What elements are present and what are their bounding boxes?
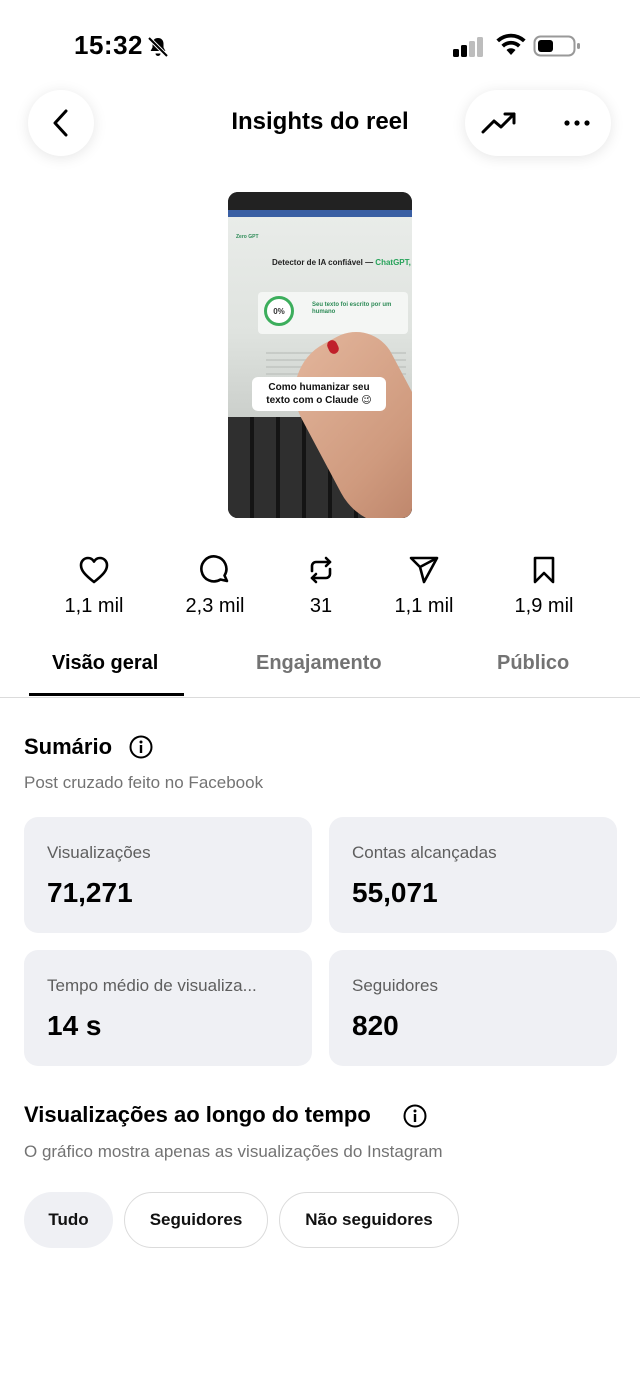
tab-engagement[interactable]: Engajamento (256, 652, 382, 675)
stat-comments: 2,3 mil (160, 553, 270, 618)
metric-label: Tempo médio de visualiza... (47, 976, 257, 995)
tab-audience[interactable]: Público (497, 652, 569, 675)
battery-icon (533, 35, 580, 57)
share-icon (409, 556, 439, 584)
metric-label: Contas alcançadas (352, 843, 497, 862)
bookmark-icon (533, 556, 555, 584)
status-bar: 15:32 (0, 0, 640, 90)
info-icon[interactable] (403, 1104, 427, 1128)
trend-button[interactable] (479, 104, 519, 142)
comment-icon (200, 555, 229, 583)
thumbnail-result: Seu texto foi escrito por um humano (312, 302, 392, 315)
stat-reposts: 31 (266, 553, 376, 618)
thumbnail-caption: Como humanizar seu texto com o Claude 😉 (252, 377, 386, 411)
metric-card-followers[interactable]: Seguidores 820 (329, 950, 617, 1066)
metric-card-views[interactable]: Visualizações 71,271 (24, 817, 312, 933)
thumbnail-logo: Zero GPT (236, 234, 259, 240)
summary-title: Sumário (24, 734, 113, 759)
stat-value: 1,1 mil (64, 595, 124, 617)
repost-icon (310, 556, 332, 584)
cellular-signal-icon (453, 37, 483, 57)
stat-value: 31 (309, 595, 333, 617)
more-options-button[interactable] (557, 104, 597, 142)
stat-value: 1,9 mil (514, 595, 574, 617)
thumbnail-score: 0% (264, 296, 294, 326)
stat-value: 1,1 mil (394, 595, 454, 617)
header-actions (465, 90, 611, 156)
reel-thumbnail[interactable]: Zero GPT Detector de IA confiável — Chat… (228, 192, 412, 518)
filter-chip-non-followers[interactable]: Não seguidores (279, 1192, 459, 1248)
bell-slash-icon (147, 36, 169, 58)
views-over-time-title: Visualizações ao longo do tempo (24, 1102, 371, 1127)
tab-overview[interactable]: Visão geral (52, 652, 158, 675)
metric-value: 71,271 (47, 877, 133, 908)
metric-label: Seguidores (352, 976, 439, 995)
thumbnail-heading: Detector de IA confiável — ChatGPT, (272, 258, 411, 267)
summary-subtitle: Post cruzado feito no Facebook (24, 773, 264, 792)
trending-up-icon (481, 112, 516, 134)
stat-shares: 1,1 mil (369, 553, 479, 618)
metric-card-avg-watch-time[interactable]: Tempo médio de visualiza... 14 s (24, 950, 312, 1066)
metric-label: Visualizações (47, 843, 151, 862)
info-icon[interactable] (129, 735, 153, 759)
filter-chip-followers[interactable]: Seguidores (124, 1192, 268, 1248)
filter-chip-all[interactable]: Tudo (24, 1192, 113, 1248)
stat-likes: 1,1 mil (39, 553, 149, 618)
stat-value: 2,3 mil (185, 595, 245, 617)
metric-card-accounts-reached[interactable]: Contas alcançadas 55,071 (329, 817, 617, 933)
metric-value: 14 s (47, 1010, 102, 1041)
wifi-icon (496, 33, 526, 55)
stat-saves: 1,9 mil (489, 553, 599, 618)
views-over-time-subtitle: O gráfico mostra apenas as visualizações… (24, 1142, 443, 1161)
active-tab-indicator (29, 693, 184, 696)
metric-value: 55,071 (352, 877, 438, 908)
metric-value: 820 (352, 1010, 399, 1041)
heart-icon (79, 556, 109, 584)
tabs-divider (0, 697, 640, 698)
more-horizontal-icon (564, 120, 590, 126)
status-time: 15:32 (74, 30, 143, 60)
